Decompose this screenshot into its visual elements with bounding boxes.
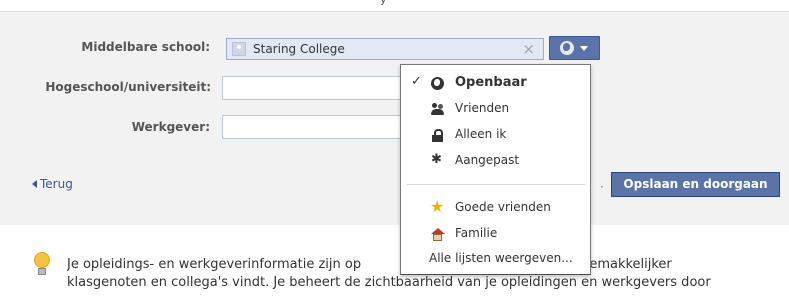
menu-item-close-friends[interactable]: ★ Goede vrienden — [401, 196, 590, 220]
privacy-selector-button[interactable] — [549, 36, 600, 60]
globe-icon — [560, 41, 574, 55]
info-line-1: Je opleidings- en werkgeverinformatie zi… — [67, 257, 362, 272]
menu-item-public[interactable]: ✓ Openbaar — [401, 71, 590, 95]
menu-item-family[interactable]: Familie — [401, 222, 590, 246]
top-strip: y — [0, 0, 789, 11]
globe-icon — [431, 77, 444, 90]
lock-icon — [431, 129, 444, 142]
high-school-field[interactable]: Staring College × — [226, 38, 544, 60]
star-icon: ★ — [430, 197, 445, 216]
info-line-2: klasgenoten en collega's vindt. Je behee… — [67, 275, 711, 290]
remove-school-icon[interactable]: × — [522, 40, 535, 58]
employer-input[interactable] — [222, 115, 402, 139]
high-school-value: Staring College — [253, 42, 345, 56]
gear-icon: ✱ — [431, 152, 442, 167]
separator: · — [600, 180, 604, 194]
menu-divider — [407, 184, 585, 185]
back-link[interactable]: Terug — [32, 177, 73, 191]
menu-item-label: Alleen ik — [455, 127, 507, 141]
menu-item-label: Aangepast — [455, 153, 520, 167]
menu-item-only-me[interactable]: Alleen ik — [401, 123, 590, 147]
friends-icon — [431, 103, 444, 116]
privacy-menu: ✓ Openbaar Vrienden Alleen ik ✱ Aangepas… — [400, 64, 591, 275]
checkmark-icon: ✓ — [411, 74, 422, 89]
menu-item-label: Familie — [455, 226, 498, 240]
house-icon — [431, 228, 445, 241]
caret-left-icon — [32, 179, 37, 188]
menu-item-label: Alle lijsten weergeven... — [429, 251, 573, 265]
lightbulb-icon — [32, 252, 52, 278]
university-input[interactable] — [222, 76, 402, 100]
university-label: Hogeschool/universiteit: — [45, 80, 211, 94]
menu-item-label: Goede vrienden — [455, 200, 551, 214]
menu-item-friends[interactable]: Vrienden — [401, 97, 590, 121]
menu-item-label: Vrienden — [455, 101, 510, 115]
chevron-down-icon — [580, 46, 588, 51]
employer-label: Werkgever: — [131, 120, 210, 134]
school-thumbnail-icon — [232, 42, 246, 56]
save-and-continue-button[interactable]: Opslaan en doorgaan — [611, 172, 780, 197]
cut-off-text: y — [380, 0, 387, 6]
menu-item-custom[interactable]: ✱ Aangepast — [401, 149, 590, 173]
high-school-label: Middelbare school: — [81, 40, 210, 54]
menu-item-label: Openbaar — [455, 75, 527, 90]
menu-item-show-all-lists[interactable]: Alle lijsten weergeven... — [401, 247, 590, 271]
